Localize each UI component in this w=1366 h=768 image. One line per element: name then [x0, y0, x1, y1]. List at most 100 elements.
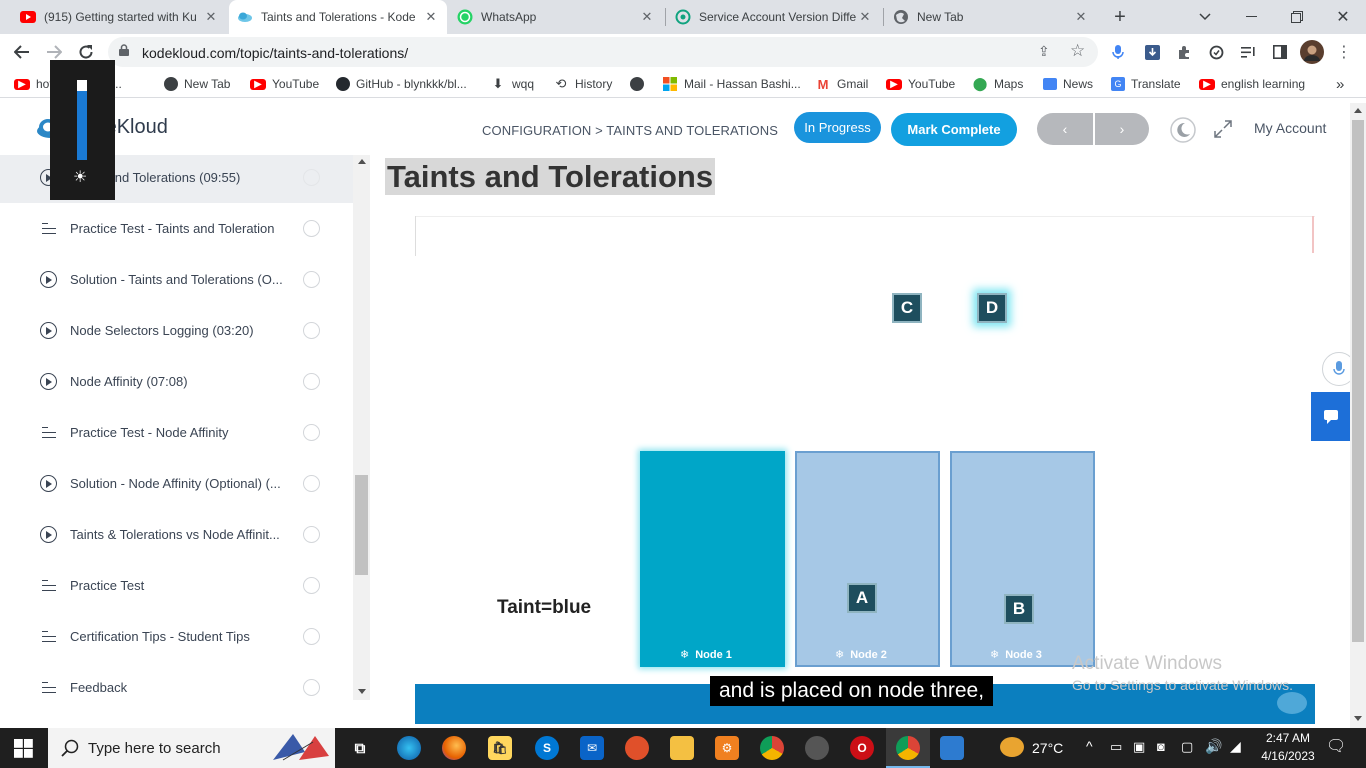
close-window-button[interactable]: ✕ [1320, 0, 1366, 34]
bookmark-item[interactable]: ▶ YouTube [250, 70, 319, 98]
sidebar-item[interactable]: Certification Tips - Student Tips [0, 611, 353, 662]
wifi-icon[interactable]: ◢ [1230, 738, 1241, 755]
my-account-link[interactable]: My Account [1254, 120, 1326, 136]
completion-circle[interactable] [303, 271, 320, 288]
obs-icon[interactable] [805, 736, 829, 760]
completion-circle[interactable] [303, 424, 320, 441]
completion-circle[interactable] [303, 322, 320, 339]
profile-avatar[interactable] [1298, 38, 1326, 66]
file-explorer-icon[interactable] [670, 736, 694, 760]
chat-widget-button[interactable] [1311, 392, 1350, 441]
tab-youtube[interactable]: (915) Getting started with Ku ✕ [12, 0, 227, 34]
bookmark-item[interactable]: New Tab [164, 70, 230, 98]
previous-lesson-button[interactable]: ‹ [1037, 113, 1093, 145]
taskbar-search-box[interactable]: Type here to search [48, 728, 335, 768]
sidebar-item[interactable]: Taints & Tolerations vs Node Affinit... [0, 509, 353, 560]
sidebar-item[interactable]: Node Affinity (07:08) [0, 356, 353, 407]
scroll-up-icon[interactable] [1354, 108, 1362, 113]
scroll-down-icon[interactable] [358, 689, 366, 694]
brave-icon[interactable] [625, 736, 649, 760]
scroll-down-icon[interactable] [1354, 716, 1362, 721]
skype-icon[interactable]: S [535, 736, 559, 760]
clock-date[interactable]: 4/16/2023 [1258, 749, 1318, 763]
tab-service-account[interactable]: Service Account Version Diffe ✕ [667, 0, 881, 34]
menu-icon[interactable]: ⋮ [1330, 38, 1358, 66]
minimize-button[interactable] [1228, 0, 1274, 34]
close-icon[interactable]: ✕ [203, 9, 219, 25]
completion-circle[interactable] [303, 169, 320, 186]
scroll-thumb[interactable] [355, 475, 368, 575]
tab-search-button[interactable] [1182, 0, 1228, 34]
firefox-icon[interactable] [442, 736, 466, 760]
bookmark-item[interactable]: ⟲ History [553, 70, 613, 98]
download-extension-icon[interactable] [1138, 38, 1166, 66]
chevron-up-icon[interactable]: ^ [1086, 738, 1093, 754]
weather-temp[interactable]: 27°C [1032, 740, 1063, 756]
video-player[interactable]: C D ❄ Node 1 A ❄ Node 2 B ❄ Node 3 Taint=bl… [415, 216, 1315, 724]
sidebar-item[interactable]: Practice Test - Taints and Toleration [0, 203, 353, 254]
side-panel-icon[interactable] [1266, 38, 1294, 66]
bookmark-item[interactable]: GitHub - blynkkk/bl... [336, 70, 467, 98]
camera-icon[interactable]: ◙ [1157, 739, 1165, 754]
completion-circle[interactable] [303, 526, 320, 543]
display-icon[interactable]: ▣ [1133, 739, 1145, 755]
voice-search-icon[interactable] [1104, 38, 1132, 66]
bookmarks-overflow-icon[interactable]: » [1336, 70, 1344, 98]
bookmark-item[interactable]: ⬇ wqq [490, 70, 534, 98]
share-icon[interactable]: ⇪ [1038, 43, 1050, 60]
clock-time[interactable]: 2:47 AM [1258, 731, 1318, 745]
settings-app-icon[interactable]: ⚙ [715, 736, 739, 760]
tab-whatsapp[interactable]: WhatsApp ✕ [449, 0, 663, 34]
bookmark-item[interactable] [630, 70, 650, 98]
capture-icon[interactable]: ▢ [1181, 739, 1193, 755]
close-icon[interactable]: ✕ [639, 9, 655, 25]
mail-icon[interactable]: ✉ [580, 736, 604, 760]
new-tab-button[interactable]: + [1097, 0, 1143, 34]
chrome-active-taskbar-button[interactable] [886, 728, 930, 768]
brightness-flyout[interactable]: ☀ [50, 60, 115, 200]
dark-mode-toggle[interactable] [1170, 117, 1196, 146]
bookmark-item[interactable]: M Gmail [815, 70, 869, 98]
status-badge[interactable]: In Progress [794, 112, 881, 143]
sidebar-scrollbar[interactable] [353, 155, 370, 700]
sidebar-item[interactable]: Solution - Taints and Tolerations (O... [0, 254, 353, 305]
task-view-icon[interactable]: ⧉ [348, 736, 372, 760]
store-icon[interactable]: 🛍 [488, 736, 512, 760]
fullscreen-button[interactable] [1213, 119, 1233, 142]
tab-kodekloud[interactable]: Taints and Tolerations - Kode ✕ [229, 0, 447, 34]
completion-circle[interactable] [303, 475, 320, 492]
brightness-slider[interactable] [77, 80, 87, 160]
address-bar[interactable]: kodekloud.com/topic/taints-and-toleratio… [108, 37, 1098, 67]
restore-button[interactable] [1274, 0, 1320, 34]
completion-circle[interactable] [303, 577, 320, 594]
extensions-icon[interactable] [1170, 38, 1198, 66]
network-icon[interactable]: ▭ [1110, 739, 1122, 755]
notifications-icon[interactable]: 🗨 [1326, 736, 1346, 756]
scroll-up-icon[interactable] [358, 159, 366, 164]
opera-icon[interactable]: O [850, 736, 874, 760]
completion-circle[interactable] [303, 220, 320, 237]
sync-extension-icon[interactable] [1202, 38, 1230, 66]
close-icon[interactable]: ✕ [423, 9, 439, 25]
media-controls-icon[interactable] [1234, 38, 1262, 66]
chrome-icon[interactable] [760, 736, 784, 760]
scroll-thumb[interactable] [1352, 120, 1364, 642]
completion-circle[interactable] [303, 373, 320, 390]
completion-circle[interactable] [303, 628, 320, 645]
bookmark-item[interactable]: Mail - Hassan Bashi... [662, 70, 801, 98]
page-scrollbar[interactable] [1350, 103, 1366, 728]
sidebar-item[interactable]: Feedback [0, 662, 353, 713]
weather-icon[interactable] [1000, 737, 1024, 757]
bookmark-item[interactable]: G Translate [1111, 70, 1181, 98]
close-icon[interactable]: ✕ [857, 9, 873, 25]
next-lesson-button[interactable]: › [1093, 113, 1149, 145]
close-icon[interactable]: ✕ [1073, 9, 1089, 25]
windows-start-button[interactable] [14, 739, 33, 761]
back-button[interactable] [8, 38, 36, 66]
brightness-slider-thumb[interactable] [77, 80, 87, 91]
volume-icon[interactable]: 🔊 [1205, 738, 1222, 755]
mark-complete-button[interactable]: Mark Complete [891, 113, 1017, 146]
completion-circle[interactable] [303, 679, 320, 696]
edge-icon[interactable] [397, 736, 421, 760]
sidebar-item[interactable]: Practice Test - Node Affinity [0, 407, 353, 458]
